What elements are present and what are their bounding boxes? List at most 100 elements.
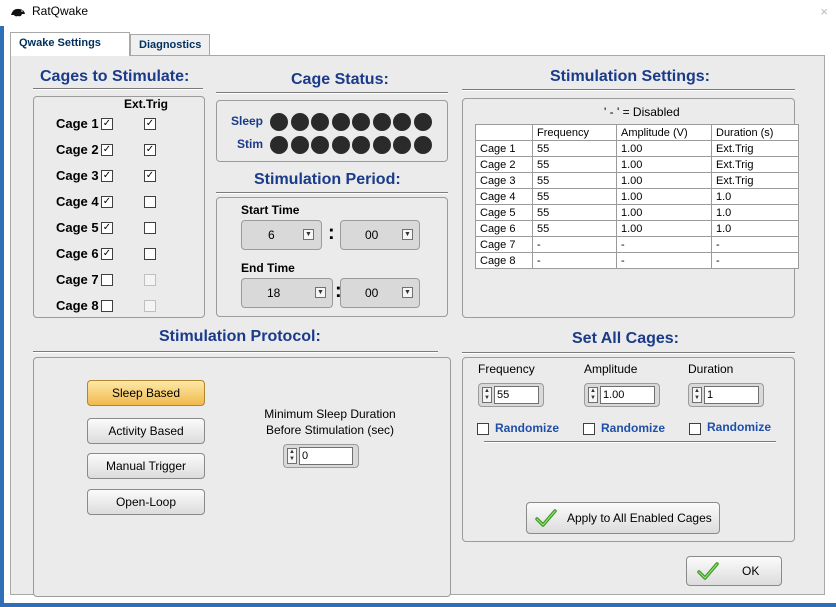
- table-cell[interactable]: 1.00: [616, 156, 712, 173]
- min-sleep-label-line2: Before Stimulation (sec): [265, 423, 395, 437]
- time-separator: :: [328, 222, 335, 244]
- tab-diagnostics[interactable]: Diagnostics: [130, 34, 210, 56]
- table-cell[interactable]: -: [616, 252, 712, 269]
- ext-trig-checkbox[interactable]: [144, 222, 156, 234]
- chevron-down-icon[interactable]: ▼: [402, 287, 413, 298]
- frequency-field[interactable]: 55: [494, 386, 539, 404]
- amplitude-field[interactable]: 1.00: [600, 386, 655, 404]
- table-cell[interactable]: Ext.Trig: [711, 172, 799, 189]
- ext-trig-checkbox[interactable]: ✓: [144, 144, 156, 156]
- table-cell[interactable]: 55: [532, 220, 617, 237]
- table-cell[interactable]: 55: [532, 156, 617, 173]
- ext-trig-checkbox[interactable]: [144, 300, 156, 312]
- start-minute-select[interactable]: 00 ▼: [340, 220, 420, 250]
- table-cell[interactable]: 1.00: [616, 140, 712, 157]
- sleep-indicator: [413, 113, 432, 131]
- sleep-based-button[interactable]: Sleep Based: [87, 380, 205, 406]
- table-cell[interactable]: -: [711, 252, 799, 269]
- cage-enabled-checkbox[interactable]: ✓: [101, 170, 113, 182]
- activity-based-button[interactable]: Activity Based: [87, 418, 205, 444]
- ext-trig-checkbox[interactable]: [144, 248, 156, 260]
- ext-trig-checkbox[interactable]: ✓: [144, 170, 156, 182]
- cage-enabled-checkbox[interactable]: ✓: [101, 118, 113, 130]
- ext-trig-checkbox[interactable]: ✓: [144, 118, 156, 130]
- stimulation-settings-title: Stimulation Settings:: [550, 68, 710, 85]
- stimulation-period-title: Stimulation Period:: [254, 171, 401, 188]
- randomize-amplitude-checkbox[interactable]: [583, 423, 595, 435]
- tab-qwake-settings[interactable]: Qwake Settings: [10, 32, 130, 56]
- spinner-icon[interactable]: ▲ ▼: [692, 387, 702, 403]
- randomize-amplitude-label: Randomize: [601, 421, 666, 435]
- min-sleep-duration-input[interactable]: ▲ ▼ 0: [283, 444, 359, 468]
- spinner-icon[interactable]: ▲ ▼: [482, 387, 492, 403]
- column-header: [475, 124, 533, 141]
- chevron-down-icon[interactable]: ▼: [303, 229, 314, 240]
- end-hour-select[interactable]: 18 ▼: [241, 278, 333, 308]
- cage-enabled-checkbox[interactable]: [101, 274, 113, 286]
- duration-input[interactable]: ▲ ▼ 1: [688, 383, 764, 407]
- table-cell[interactable]: 55: [532, 172, 617, 189]
- spinner-icon[interactable]: ▲ ▼: [588, 387, 598, 403]
- chevron-down-icon[interactable]: ▼: [402, 229, 413, 240]
- table-cell[interactable]: 1.00: [616, 204, 712, 221]
- duration-field[interactable]: 1: [704, 386, 759, 404]
- table-cell[interactable]: 55: [532, 204, 617, 221]
- start-hour-select[interactable]: 6 ▼: [241, 220, 322, 250]
- ext-trig-header: Ext.Trig: [124, 97, 169, 111]
- ext-trig-checkbox[interactable]: [144, 274, 156, 286]
- table-cell[interactable]: -: [532, 236, 617, 253]
- manual-trigger-button[interactable]: Manual Trigger: [87, 453, 205, 479]
- table-cell[interactable]: 1.00: [616, 220, 712, 237]
- table-cell[interactable]: Ext.Trig: [711, 156, 799, 173]
- table-cell[interactable]: 1.0: [711, 220, 799, 237]
- table-cell[interactable]: Ext.Trig: [711, 140, 799, 157]
- randomize-frequency-checkbox[interactable]: [477, 423, 489, 435]
- open-loop-button[interactable]: Open-Loop: [87, 489, 205, 515]
- cage-status-title: Cage Status:: [291, 71, 389, 88]
- column-header: Duration (s): [711, 124, 799, 141]
- cage-enabled-checkbox[interactable]: ✓: [101, 196, 113, 208]
- cage-enabled-checkbox[interactable]: [101, 300, 113, 312]
- table-cell[interactable]: 55: [532, 140, 617, 157]
- amplitude-input[interactable]: ▲ ▼ 1.00: [584, 383, 660, 407]
- start-hour-value: 6: [268, 228, 275, 242]
- end-minute-value: 00: [365, 286, 379, 300]
- row-header: Cage 5: [475, 204, 533, 221]
- frequency-input[interactable]: ▲ ▼ 55: [478, 383, 544, 407]
- cage-enabled-checkbox[interactable]: ✓: [101, 144, 113, 156]
- green-check-icon: [697, 562, 719, 580]
- cage-label: Cage 1: [56, 116, 99, 131]
- min-sleep-duration-field[interactable]: 0: [299, 447, 353, 465]
- ext-trig-checkbox[interactable]: [144, 196, 156, 208]
- table-cell[interactable]: -: [532, 252, 617, 269]
- cage-label: Cage 7: [56, 272, 99, 287]
- stim-indicator: [413, 136, 432, 154]
- sleep-indicator: [311, 113, 329, 131]
- table-cell[interactable]: 1.0: [711, 204, 799, 221]
- table-cell[interactable]: -: [711, 236, 799, 253]
- table-cell[interactable]: -: [616, 236, 712, 253]
- set-all-cages-title: Set All Cages:: [572, 330, 679, 347]
- stim-indicator: [352, 136, 370, 154]
- table-cell[interactable]: 1.00: [616, 172, 712, 189]
- table-cell[interactable]: 55: [532, 188, 617, 205]
- ok-button[interactable]: OK: [686, 556, 782, 586]
- chevron-down-icon[interactable]: ▼: [315, 287, 326, 298]
- app-window: RatQwake × Qwake Settings Diagnostics Ca…: [0, 0, 836, 607]
- cage-enabled-checkbox[interactable]: ✓: [101, 222, 113, 234]
- apply-to-all-enabled-cages-button[interactable]: Apply to All Enabled Cages: [526, 502, 720, 534]
- randomize-duration-checkbox[interactable]: [689, 423, 701, 435]
- cage-enabled-checkbox[interactable]: ✓: [101, 248, 113, 260]
- close-icon[interactable]: ×: [820, 4, 828, 19]
- table-cell[interactable]: 1.00: [616, 188, 712, 205]
- row-header: Cage 3: [475, 172, 533, 189]
- window-title: RatQwake: [32, 4, 89, 18]
- stim-indicator: [270, 136, 288, 154]
- table-row: Cage 3 55 1.00 Ext.Trig: [475, 172, 799, 189]
- spinner-icon[interactable]: ▲ ▼: [287, 448, 297, 464]
- cage-label: Cage 6: [56, 246, 99, 261]
- column-header: Frequency: [532, 124, 617, 141]
- table-cell[interactable]: 1.0: [711, 188, 799, 205]
- divider: [462, 352, 795, 354]
- end-minute-select[interactable]: 00 ▼: [340, 278, 420, 308]
